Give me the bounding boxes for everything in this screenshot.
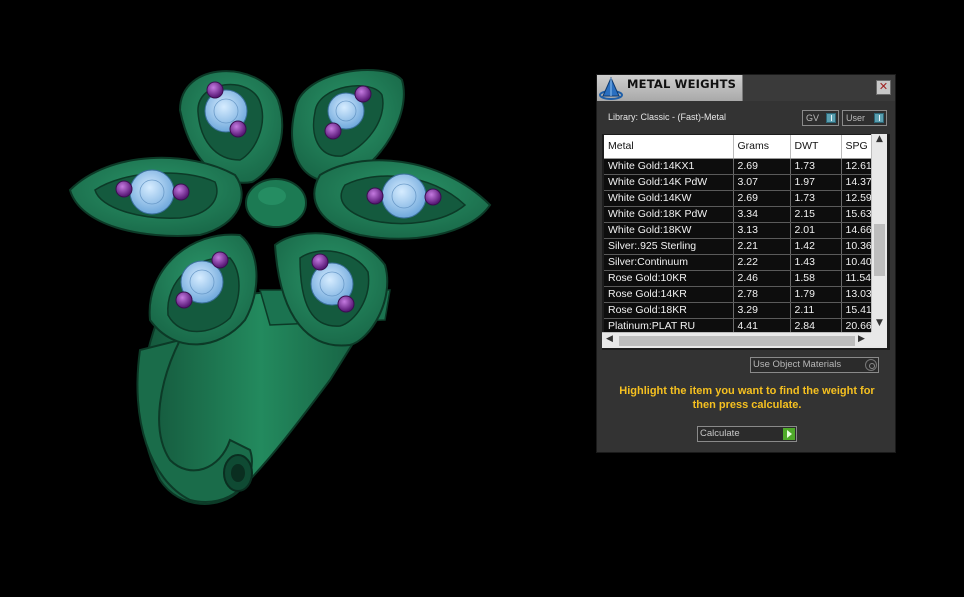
table-row[interactable]: Rose Gold:14KR 2.78 1.79 13.03 xyxy=(604,286,877,303)
dropdown-circle-icon xyxy=(865,359,877,371)
grams-cell: 3.07 xyxy=(733,174,791,191)
table-row[interactable]: Silver:Continuum 2.22 1.43 10.40 xyxy=(604,254,877,271)
column-header-grams[interactable]: Grams xyxy=(733,135,791,159)
metal-cell: White Gold:14KX1 xyxy=(604,158,734,175)
scroll-right-icon[interactable]: ▶ xyxy=(858,334,865,344)
3d-viewport[interactable] xyxy=(0,0,590,597)
toggle-switch-icon xyxy=(826,113,836,123)
table-row[interactable]: Rose Gold:10KR 2.46 1.58 11.54 xyxy=(604,270,877,287)
table-row[interactable]: Silver:.925 Sterling 2.21 1.42 10.36 xyxy=(604,238,877,255)
table-row[interactable]: White Gold:14KW 2.69 1.73 12.59 xyxy=(604,190,877,207)
grams-cell: 2.21 xyxy=(733,238,791,255)
user-toggle-label: User xyxy=(846,113,866,123)
panel-titlebar[interactable]: METAL WEIGHTS ✕ xyxy=(597,75,895,101)
vertical-scroll-thumb[interactable] xyxy=(874,224,885,276)
metal-weights-panel: METAL WEIGHTS ✕ Library: Classic - (Fast… xyxy=(596,74,896,453)
metal-table: Metal Grams DWT SPG White Gold:14KX1 2.69… xyxy=(604,135,877,335)
table-row[interactable]: White Gold:14KX1 2.69 1.73 12.61 xyxy=(604,158,877,175)
horizontal-scroll-thumb[interactable] xyxy=(619,336,855,346)
grams-cell: 3.13 xyxy=(733,222,791,239)
dwt-cell: 1.79 xyxy=(790,286,842,303)
metal-cell: White Gold:14K PdW xyxy=(604,174,734,191)
ring-model xyxy=(68,69,492,505)
dwt-cell: 1.73 xyxy=(790,158,842,175)
grams-cell: 2.46 xyxy=(733,270,791,287)
metal-cell: White Gold:18KW xyxy=(604,222,734,239)
library-label: Library: Classic - (Fast)-Metal xyxy=(608,112,727,122)
grams-cell: 2.69 xyxy=(733,190,791,207)
close-button[interactable]: ✕ xyxy=(876,80,891,95)
dwt-cell: 1.42 xyxy=(790,238,842,255)
metal-cell: Silver:.925 Sterling xyxy=(604,238,734,255)
grams-cell: 2.22 xyxy=(733,254,791,271)
grams-cell: 3.34 xyxy=(733,206,791,223)
metal-cell: White Gold:18K PdW xyxy=(604,206,734,223)
dwt-cell: 2.01 xyxy=(790,222,842,239)
dwt-cell: 1.73 xyxy=(790,190,842,207)
horizontal-scrollbar[interactable]: ◀ ▶ xyxy=(602,332,887,348)
table-row[interactable]: White Gold:18K PdW 3.34 2.15 15.63 xyxy=(604,206,877,223)
metal-cell: Rose Gold:10KR xyxy=(604,270,734,287)
metal-cell: Silver:Continuum xyxy=(604,254,734,271)
vertical-scrollbar[interactable]: ▲ ▼ xyxy=(871,134,887,332)
close-icon: ✕ xyxy=(878,80,889,93)
dwt-cell: 1.58 xyxy=(790,270,842,287)
grams-cell: 2.69 xyxy=(733,158,791,175)
gv-toggle-label: GV xyxy=(806,113,820,123)
calculate-label: Calculate xyxy=(700,428,740,439)
pyramid-logo-icon xyxy=(598,76,624,104)
table-row[interactable]: Rose Gold:18KR 3.29 2.11 15.41 xyxy=(604,302,877,319)
panel-title: METAL WEIGHTS xyxy=(627,77,737,91)
play-arrow-icon xyxy=(783,428,795,440)
grams-cell: 2.78 xyxy=(733,286,791,303)
metal-cell: Rose Gold:18KR xyxy=(604,302,734,319)
column-header-metal[interactable]: Metal xyxy=(604,135,734,159)
gv-toggle[interactable]: GV xyxy=(802,110,839,126)
dwt-cell: 2.11 xyxy=(790,302,842,319)
instruction-text: Highlight the item you want to find the … xyxy=(619,385,875,411)
material-source-value: Use Object Materials xyxy=(753,359,842,370)
metal-cell: Rose Gold:14KR xyxy=(604,286,734,303)
table-header-row: Metal Grams DWT SPG xyxy=(604,135,877,159)
metal-table-container[interactable]: Metal Grams DWT SPG White Gold:14KX1 2.69… xyxy=(602,134,890,350)
user-toggle[interactable]: User xyxy=(842,110,887,126)
scroll-down-icon[interactable]: ▼ xyxy=(876,318,883,328)
title-tab: METAL WEIGHTS xyxy=(597,75,743,101)
scroll-left-icon[interactable]: ◀ xyxy=(606,334,613,344)
scroll-up-icon[interactable]: ▲ xyxy=(876,134,883,144)
table-row[interactable]: White Gold:14K PdW 3.07 1.97 14.37 xyxy=(604,174,877,191)
dwt-cell: 2.15 xyxy=(790,206,842,223)
dwt-cell: 1.97 xyxy=(790,174,842,191)
table-row[interactable]: White Gold:18KW 3.13 2.01 14.66 xyxy=(604,222,877,239)
metal-cell: White Gold:14KW xyxy=(604,190,734,207)
column-header-dwt[interactable]: DWT xyxy=(790,135,842,159)
scroll-corner xyxy=(871,332,887,348)
material-source-dropdown[interactable]: Use Object Materials xyxy=(750,357,879,373)
grams-cell: 3.29 xyxy=(733,302,791,319)
dwt-cell: 1.43 xyxy=(790,254,842,271)
calculate-button[interactable]: Calculate xyxy=(697,426,797,442)
toggle-switch-icon xyxy=(874,113,884,123)
